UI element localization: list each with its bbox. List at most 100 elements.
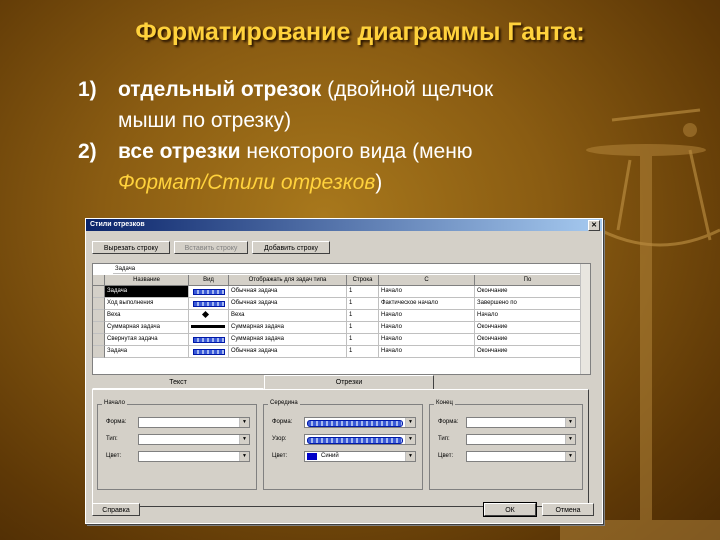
middle-color-combo[interactable]: Синий ▼ [304,451,416,462]
close-icon[interactable]: ✕ [588,220,600,231]
chevron-down-icon: ▼ [565,452,575,461]
tab-panel: Начало Форма: ▼ Тип: ▼ Цвет: ▼ Середина … [92,389,589,507]
start-color-label: Цвет: [106,453,122,459]
bullet-2-close: ) [375,171,383,194]
table-cell-from[interactable]: Начало [379,310,475,322]
table-cell-from[interactable]: Начало [379,322,475,334]
table-cell-row[interactable]: 1 [347,298,379,310]
chevron-down-icon: ▼ [405,418,415,427]
col-header-show-for[interactable]: Отображать для задач типа [229,275,347,286]
table-cell-to[interactable]: Завершено по [475,298,581,310]
middle-shape-label: Форма: [272,419,293,425]
col-header-name[interactable]: Название [105,275,189,286]
col-header-appearance[interactable]: Вид [189,275,229,286]
corner-cell [93,275,105,286]
table-cell-from[interactable]: Начало [379,286,475,298]
tab-bars[interactable]: Отрезки [264,375,434,389]
bar-preview-icon [193,301,225,307]
table-cell-from[interactable]: Начало [379,334,475,346]
end-type-combo[interactable]: ▼ [466,434,576,445]
row-header[interactable] [93,298,105,310]
bar-pattern-preview [307,437,403,444]
end-color-combo[interactable]: ▼ [466,451,576,462]
paste-row-button[interactable]: Вставить строку [174,241,248,254]
row-header[interactable] [93,310,105,322]
table-cell-appearance[interactable] [189,286,229,298]
middle-shape-combo[interactable]: ▼ [304,417,416,428]
table-cell-row[interactable]: 1 [347,286,379,298]
col-header-row[interactable]: Строка [347,275,379,286]
table-cell-row[interactable]: 1 [347,310,379,322]
start-shape-label: Форма: [106,419,127,425]
middle-pattern-label: Узор: [272,436,287,442]
help-button[interactable]: Справка [92,503,140,516]
table-cell-appearance[interactable] [189,334,229,346]
group-end-title: Конец [434,400,455,406]
table-cell-row[interactable]: 1 [347,322,379,334]
row-header[interactable] [93,286,105,298]
start-type-combo[interactable]: ▼ [138,434,250,445]
table-cell-name[interactable]: Ход выполнения [105,298,189,310]
table-cell-appearance[interactable] [189,346,229,358]
end-type-label: Тип: [438,436,450,442]
table-cell-name[interactable]: Веха [105,310,189,322]
table-cell-appearance[interactable] [189,298,229,310]
table-cell-name[interactable]: Свернутая задача [105,334,189,346]
start-color-combo[interactable]: ▼ [138,451,250,462]
start-type-label: Тип: [106,436,118,442]
insert-row-button[interactable]: Добавить строку [252,241,330,254]
start-shape-combo[interactable]: ▼ [138,417,250,428]
table-cell-show-for[interactable]: Обычная задача [229,346,347,358]
color-swatch [307,453,317,460]
table-cell-show-for[interactable]: Обычная задача [229,298,347,310]
end-shape-label: Форма: [438,419,459,425]
bar-preview-icon [193,289,225,295]
table-cell-from[interactable]: Фактическое начало [379,298,475,310]
edit-field[interactable]: Задача [113,264,581,274]
bar-preview-icon [193,349,225,355]
bar-preview-icon [191,325,225,328]
cut-row-button[interactable]: Вырезать строку [92,241,170,254]
dialog-titlebar: Стили отрезков ✕ [86,219,602,231]
bullet-1-number: 1) [78,78,97,101]
bullet-1-bold: отдельный отрезок [118,78,322,101]
table-cell-show-for[interactable]: Суммарная задача [229,334,347,346]
table-cell-to[interactable]: Окончание [475,334,581,346]
table-cell-name[interactable]: Задача [105,286,189,298]
row-header[interactable] [93,334,105,346]
table-cell-to[interactable]: Окончание [475,286,581,298]
table-cell-show-for[interactable]: Веха [229,310,347,322]
bullet-1-continuation: мыши по отрезку) [118,109,292,132]
table-cell-show-for[interactable]: Обычная задача [229,286,347,298]
group-middle-title: Середина [268,400,300,406]
table-cell-name[interactable]: Суммарная задача [105,322,189,334]
table-cell-show-for[interactable]: Суммарная задача [229,322,347,334]
tab-text[interactable]: Текст [92,375,264,389]
row-header[interactable] [93,322,105,334]
table-cell-to[interactable]: Окончание [475,322,581,334]
end-shape-combo[interactable]: ▼ [466,417,576,428]
table-cell-name[interactable]: Задача [105,346,189,358]
bullet-2-continuation: Формат/Стили отрезков) [78,167,638,198]
row-header[interactable] [93,346,105,358]
group-start-title: Начало [102,400,127,406]
table-scrollbar[interactable] [580,264,590,374]
bar-preview-icon [193,337,225,343]
table-cell-row[interactable]: 1 [347,346,379,358]
cancel-button[interactable]: Отмена [542,503,594,516]
col-header-from[interactable]: С [379,275,475,286]
middle-color-label: Цвет: [272,453,288,459]
table-cell-appearance[interactable] [189,322,229,334]
bullet-2-bold: все отрезки [118,140,241,163]
table-cell-to[interactable]: Начало [475,310,581,322]
table-cell-appearance[interactable] [189,310,229,322]
ok-button[interactable]: ОК [483,502,537,517]
table-cell-row[interactable]: 1 [347,334,379,346]
table-cell-from[interactable]: Начало [379,346,475,358]
styles-table: Задача Название Вид Отображать для задач… [92,263,591,375]
table-cell-to[interactable]: Окончание [475,346,581,358]
group-middle: Середина Форма: ▼ Узор: ▼ Цвет: Синий ▼ [263,400,423,490]
middle-pattern-combo[interactable]: ▼ [304,434,416,445]
col-header-to[interactable]: По [475,275,581,286]
chevron-down-icon: ▼ [565,418,575,427]
